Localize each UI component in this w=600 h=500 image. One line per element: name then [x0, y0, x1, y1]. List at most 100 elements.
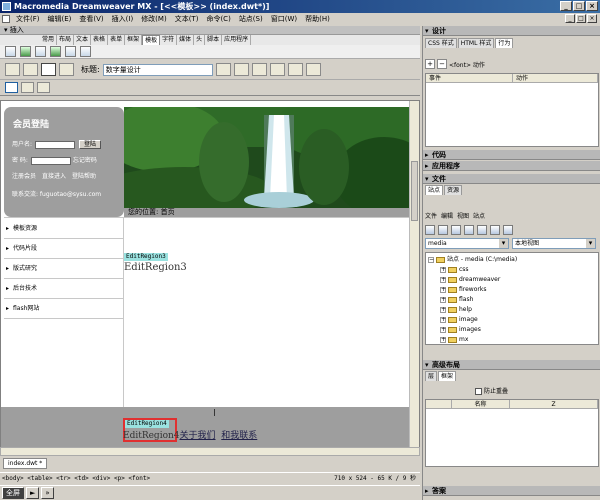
taskbar-play-button[interactable]: ►	[26, 487, 40, 499]
tree-item[interactable]: + mx	[440, 334, 468, 344]
nav-item-layout[interactable]: 版式研究	[4, 259, 123, 279]
tab-site[interactable]: 站点	[425, 185, 444, 195]
remove-behavior-button[interactable]: −	[437, 59, 447, 69]
document-tab[interactable]: index.dwt *	[3, 458, 48, 469]
close-button[interactable]: ×	[586, 1, 598, 11]
tab-media[interactable]: 媒体	[177, 35, 195, 45]
password-input[interactable]	[30, 156, 71, 165]
expand-toggle-icon[interactable]: +	[440, 306, 446, 313]
code-view-icon[interactable]	[5, 63, 20, 76]
region4-content[interactable]: EditRegion4	[123, 431, 180, 441]
application-panel-header[interactable]: 应用程序	[423, 161, 600, 171]
split-view-icon[interactable]	[23, 63, 38, 76]
minimize-button[interactable]: _	[560, 1, 572, 11]
region3-content[interactable]: EditRegion3	[124, 262, 187, 273]
doc-close-button[interactable]: ×	[587, 14, 597, 23]
menu-window[interactable]: 窗口(W)	[267, 13, 301, 25]
design-view-icon[interactable]	[41, 63, 56, 76]
forgot-password-link[interactable]: 忘记密码	[73, 157, 97, 164]
maximize-button[interactable]: □	[573, 1, 585, 11]
tab-frames[interactable]: 框架	[125, 35, 143, 45]
standard-view-icon[interactable]	[5, 82, 18, 93]
files-menu-file[interactable]: 文件	[425, 211, 437, 223]
tab-html-styles[interactable]: HTML 样式	[457, 38, 495, 48]
region3-tag[interactable]: EditRegion3	[124, 253, 168, 261]
menu-view[interactable]: 查看(V)	[75, 13, 107, 25]
code-navigation-icon[interactable]	[287, 63, 303, 76]
expand-toggle-icon[interactable]: +	[440, 276, 446, 283]
login-help-link[interactable]: 登陆帮助	[72, 173, 96, 180]
check-in-icon[interactable]	[490, 225, 500, 235]
repeating-table-icon[interactable]	[80, 46, 91, 57]
file-management-icon[interactable]	[215, 63, 231, 76]
answers-panel-header[interactable]: 答案	[423, 486, 600, 496]
layout-view-icon[interactable]	[21, 82, 34, 93]
expand-toggle-icon[interactable]: +	[440, 336, 446, 343]
collapse-toggle-icon[interactable]: −	[428, 256, 434, 263]
refresh-icon[interactable]	[251, 63, 267, 76]
region4-tag[interactable]: EditRegion4	[125, 420, 169, 428]
register-link[interactable]: 注册会员	[12, 173, 36, 180]
tab-text[interactable]: 文本	[74, 35, 92, 45]
files-menu-site[interactable]: 站点	[473, 211, 485, 223]
menu-commands[interactable]: 命令(C)	[202, 13, 234, 25]
scroll-thumb[interactable]	[411, 161, 418, 221]
tab-application[interactable]: 应用程序	[222, 35, 252, 45]
code-panel-header[interactable]: 代码	[423, 150, 600, 160]
view-options-icon[interactable]	[305, 63, 321, 76]
fullscreen-button[interactable]: 全屏	[2, 487, 24, 499]
document-design-view[interactable]: 会员登陆 用户名: 登陆 密 码: 忘记密码 注册会员 直接进入 登陆帮助 联系交流:…	[0, 100, 420, 456]
live-data-icon[interactable]	[59, 63, 74, 76]
document-vertical-scrollbar[interactable]	[409, 101, 419, 455]
tab-common[interactable]: 常用	[40, 35, 58, 45]
menu-modify[interactable]: 修改(M)	[137, 13, 171, 25]
tab-templates[interactable]: 模板	[142, 35, 161, 45]
menu-file[interactable]: 文件(F)	[12, 13, 44, 25]
optional-region-icon[interactable]	[35, 46, 46, 57]
connect-icon[interactable]	[425, 225, 435, 235]
nav-item-code[interactable]: 代码片段	[4, 239, 123, 259]
tab-frames-panel[interactable]: 框架	[438, 371, 457, 381]
menu-site[interactable]: 站点(S)	[235, 13, 267, 25]
site-file-tree[interactable]: − 站点 - media (C:\media) + css + dreamweaver…	[425, 252, 599, 345]
tab-head[interactable]: 头	[194, 35, 206, 45]
username-input[interactable]	[35, 140, 76, 149]
behaviors-table[interactable]: 事件 动作	[425, 73, 599, 147]
files-menu-edit[interactable]: 编辑	[441, 211, 453, 223]
expand-toggle-icon[interactable]: +	[440, 316, 446, 323]
about-us-link[interactable]: 关于我们	[180, 431, 216, 441]
expand-toggle-icon[interactable]: +	[440, 286, 446, 293]
direct-enter-link[interactable]: 直接进入	[42, 173, 66, 180]
files-menu-view[interactable]: 视图	[457, 211, 469, 223]
nav-item-templates[interactable]: 模板资源	[4, 219, 123, 239]
expand-toggle-icon[interactable]: +	[440, 266, 446, 273]
menu-help[interactable]: 帮助(H)	[301, 13, 334, 25]
layers-table[interactable]: 名称 Z	[425, 399, 599, 467]
check-out-icon[interactable]	[477, 225, 487, 235]
put-files-icon[interactable]	[464, 225, 474, 235]
expanded-view-icon[interactable]	[37, 82, 50, 93]
add-behavior-button[interactable]: +	[425, 59, 435, 69]
site-select[interactable]: media	[425, 238, 509, 249]
editable-optional-icon[interactable]	[65, 46, 76, 57]
tab-assets[interactable]: 资源	[444, 185, 463, 195]
menu-edit[interactable]: 编辑(E)	[44, 13, 76, 25]
design-panel-header[interactable]: 设计	[423, 26, 600, 36]
taskbar-next-icon[interactable]: »	[41, 487, 54, 499]
menu-text[interactable]: 文本(T)	[171, 13, 203, 25]
repeating-region-icon[interactable]	[50, 46, 61, 57]
files-panel-header[interactable]: 文件	[423, 174, 600, 184]
tab-tables[interactable]: 表格	[91, 35, 109, 45]
get-files-icon[interactable]	[451, 225, 461, 235]
page-title-input[interactable]	[102, 63, 213, 76]
login-button[interactable]: 登陆	[79, 140, 102, 149]
insert-panel-header[interactable]: ▾ 插入	[0, 26, 420, 35]
tab-css-styles[interactable]: CSS 样式	[425, 38, 457, 48]
view-select[interactable]: 本地视图	[512, 238, 596, 249]
expand-toggle-icon[interactable]: +	[440, 326, 446, 333]
nav-item-flash[interactable]: flash网站	[4, 299, 123, 319]
tab-layout[interactable]: 布局	[57, 35, 75, 45]
tag-selector[interactable]: <body> <table> <tr> <td> <div> <p> <font…	[2, 475, 150, 482]
tab-forms[interactable]: 表单	[108, 35, 126, 45]
prevent-overlap-checkbox[interactable]	[475, 388, 482, 395]
